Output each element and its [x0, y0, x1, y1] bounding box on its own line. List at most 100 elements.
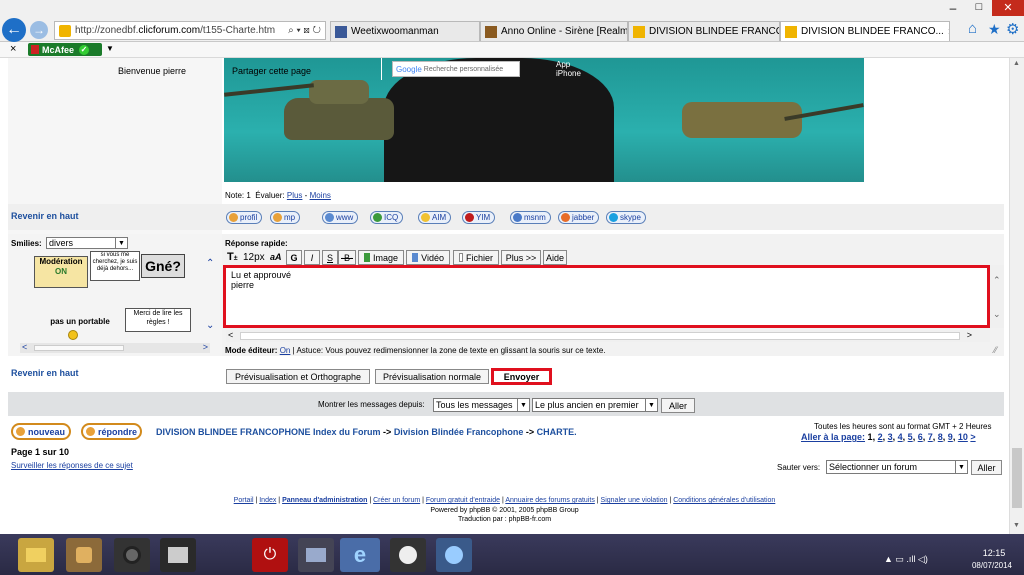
scroll-right-icon[interactable]: >	[967, 330, 972, 340]
page-9[interactable]: 9	[948, 432, 953, 442]
share-label[interactable]: Partager cette page	[232, 66, 311, 76]
footer-directory[interactable]: Annuaire des forums gratuits	[505, 497, 595, 504]
clock-time[interactable]: 12:15	[966, 548, 1022, 558]
smilies-scroll-up-icon[interactable]: ⌃	[206, 258, 214, 269]
editor-mode-toggle[interactable]: On	[280, 346, 291, 355]
smiley-sign-outside[interactable]: si vous me cherchez, je suis déjà dehors…	[90, 251, 140, 281]
internet-explorer-icon[interactable]: e	[340, 538, 380, 572]
smiley-moderation[interactable]: Modération ON	[34, 256, 88, 288]
maximize-button[interactable]: □	[966, 1, 992, 13]
tab-division-1[interactable]: DIVISION BLINDEE FRANCOPH...	[628, 21, 780, 41]
tab-weetix[interactable]: Weetixwoomanman	[330, 21, 480, 41]
scroll-thumb[interactable]	[1012, 448, 1022, 508]
clock-date[interactable]: 08/07/2014	[962, 561, 1022, 570]
page-2[interactable]: 2	[878, 432, 883, 442]
paint-icon[interactable]	[436, 538, 472, 572]
page-scrollbar[interactable]: ▲ ▼	[1009, 58, 1024, 534]
breadcrumb-topic[interactable]: CHARTE.	[537, 427, 577, 437]
reply-textarea[interactable]: Lu et approuvé pierre	[223, 265, 990, 328]
mcafee-dropdown-icon[interactable]: ▼	[106, 44, 114, 53]
font-size-value[interactable]: 12px	[243, 252, 265, 263]
new-topic-button[interactable]: nouveau	[11, 423, 71, 440]
close-bar-icon[interactable]: ×	[10, 43, 16, 55]
skype-button[interactable]: skype	[606, 211, 646, 224]
footer-help[interactable]: Forum gratuit d'entraide	[426, 497, 500, 504]
icq-button[interactable]: ICQ	[370, 211, 404, 224]
forward-button[interactable]: →	[30, 21, 48, 39]
settings-icon[interactable]: ⚙	[1006, 20, 1019, 38]
footer-admin[interactable]: Panneau d'administration	[282, 497, 367, 504]
msnm-button[interactable]: msnm	[510, 211, 551, 224]
footer-report[interactable]: Signaler une violation	[601, 497, 668, 504]
back-to-top-link[interactable]: Revenir en haut	[11, 211, 79, 221]
underline-button[interactable]: S	[322, 250, 338, 265]
iphone-app-label[interactable]: App iPhone	[556, 60, 581, 78]
minimize-button[interactable]: –	[940, 1, 966, 15]
footer-terms[interactable]: Conditions générales d'utilisation	[673, 497, 775, 504]
mcafee-button[interactable]: McAfee ✓	[28, 43, 102, 56]
send-button[interactable]: Envoyer	[491, 368, 552, 385]
italic-button[interactable]: I	[304, 250, 320, 265]
pm-button[interactable]: mp	[270, 211, 301, 224]
google-search-box[interactable]: Google Recherche personnalisée	[392, 61, 520, 77]
system-tray[interactable]: ▲ ▭ .ıll ◁)	[884, 554, 928, 565]
page-10[interactable]: 10	[958, 432, 968, 442]
scroll-right-icon[interactable]: >	[203, 342, 208, 352]
scroll-up-icon[interactable]: ▲	[1013, 60, 1020, 67]
smiley-gne[interactable]: Gné?	[141, 254, 185, 278]
jabber-button[interactable]: jabber	[558, 211, 600, 224]
page-5[interactable]: 5	[908, 432, 913, 442]
bold-button[interactable]: G	[286, 250, 302, 265]
app-icon-1[interactable]	[66, 538, 102, 572]
tab-division-2[interactable]: DIVISION BLINDEE FRANCO... ×	[780, 21, 950, 41]
chevron-up-icon[interactable]: ⌃	[993, 275, 1001, 286]
strike-button[interactable]: -B-	[338, 250, 356, 265]
smiley-phone[interactable]: pas un portable	[40, 316, 120, 327]
resize-grip-icon[interactable]: ⁄⁄	[994, 345, 997, 355]
page-4[interactable]: 4	[898, 432, 903, 442]
file-button[interactable]: Fichier	[453, 250, 499, 265]
tab-anno[interactable]: Anno Online - Sirène [Realm 1]	[480, 21, 628, 41]
watch-topic-link[interactable]: Surveiller les réponses de ce sujet	[11, 461, 133, 470]
video-button[interactable]: Vidéo	[406, 250, 450, 265]
back-to-top-link-2[interactable]: Revenir en haut	[11, 368, 79, 378]
breadcrumb-index[interactable]: DIVISION BLINDEE FRANCOPHONE Index du Fo…	[156, 427, 381, 437]
aim-button[interactable]: AIM	[418, 211, 452, 224]
preview-spell-button[interactable]: Prévisualisation et Orthographe	[226, 369, 370, 384]
next-page-link[interactable]: >	[970, 432, 975, 442]
speaker-icon[interactable]	[114, 538, 150, 572]
rate-plus-link[interactable]: Plus	[287, 191, 303, 200]
case-button[interactable]: aA	[270, 252, 282, 262]
help-button[interactable]: Aide	[543, 250, 567, 265]
app-icon-3[interactable]	[390, 538, 426, 572]
page-6[interactable]: 6	[918, 432, 923, 442]
font-size-icon[interactable]: T±	[227, 251, 238, 263]
preview-normal-button[interactable]: Prévisualisation normale	[375, 369, 489, 384]
footer-create[interactable]: Créer un forum	[373, 497, 420, 504]
reply-topic-button[interactable]: répondre	[81, 423, 142, 440]
filter-go-button[interactable]: Aller	[661, 398, 695, 413]
scroll-down-icon[interactable]: ▼	[1013, 522, 1020, 529]
page-7[interactable]: 7	[928, 432, 933, 442]
smilies-select[interactable]: divers ▼	[46, 237, 128, 249]
scroll-thumb[interactable]	[240, 332, 960, 340]
textarea-hscroll[interactable]: < >	[226, 330, 990, 342]
textarea-vscroll[interactable]: ⌃ ⌄	[990, 265, 1004, 328]
tab-close-icon[interactable]: ×	[948, 26, 949, 38]
breadcrumb-forum[interactable]: Division Blindée Francophone	[394, 427, 524, 437]
smilies-hscroll[interactable]: < >	[20, 342, 210, 353]
footer-index[interactable]: Index	[259, 497, 276, 504]
address-controls[interactable]: ⌕ ▾ ⊠ ↻	[288, 25, 325, 36]
filter-order-select[interactable]: Le plus ancien en premier ▼	[532, 398, 658, 412]
page-3[interactable]: 3	[888, 432, 893, 442]
scroll-left-icon[interactable]: <	[22, 342, 27, 352]
scroll-left-icon[interactable]: <	[228, 330, 233, 340]
footer-portal[interactable]: Portail	[234, 497, 254, 504]
smilies-scroll-down-icon[interactable]: ⌄	[206, 320, 214, 331]
more-button[interactable]: Plus >>	[501, 250, 541, 265]
address-bar[interactable]: http://zonedbf. clicforum.com/t155-Charte…	[54, 21, 326, 40]
yim-button[interactable]: YIM	[462, 211, 496, 224]
favorites-icon[interactable]: ★	[988, 21, 1001, 38]
rate-minus-link[interactable]: Moins	[310, 191, 331, 200]
jump-go-button[interactable]: Aller	[971, 460, 1002, 475]
